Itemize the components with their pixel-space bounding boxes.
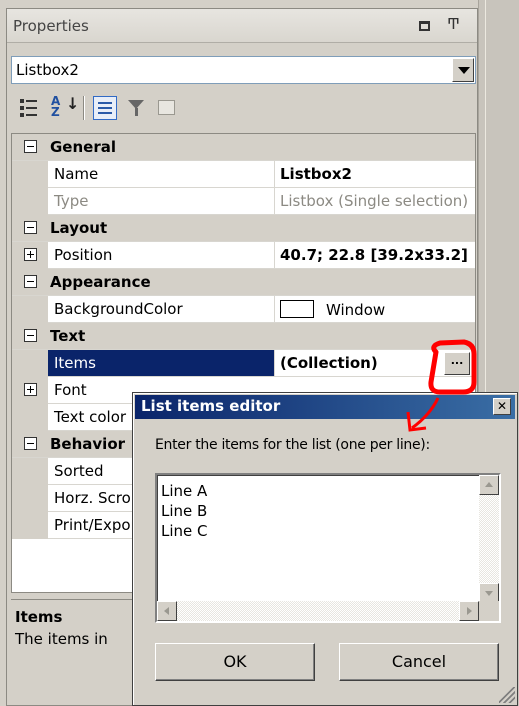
pin-icon[interactable]: Ͳ [447,15,460,33]
row-gutter [12,485,48,512]
horizontal-scrollbar[interactable] [157,601,479,621]
category-general[interactable]: General [12,134,475,161]
sort-alphabetical-icon[interactable]: A Z ↓ [51,95,79,120]
items-lines: Line A Line B Line C [161,481,208,541]
toolbar-separator [83,96,85,120]
property-value[interactable]: Listbox2 [280,165,475,183]
panel-title: Properties [13,17,89,35]
collapse-icon[interactable] [24,221,37,234]
dialog-titlebar[interactable]: List items editor ✕ [135,395,515,419]
row-gutter [12,242,48,269]
object-selector-value: Listbox2 [16,61,79,79]
scroll-right-icon[interactable] [459,601,479,621]
property-pages-icon[interactable] [155,96,179,120]
property-name: Print/Export [54,516,143,534]
item-line: Line C [161,522,208,540]
sort-arrow-glyph: ↓ [66,94,80,113]
vertical-scrollbar[interactable] [479,475,499,603]
description-text: The items in [15,630,108,648]
resize-grip-icon[interactable] [499,687,515,703]
property-name: Text color [54,408,127,426]
expand-icon[interactable] [24,383,37,396]
row-gutter [12,458,48,485]
filter-icon[interactable] [125,96,149,120]
property-name: Position [54,246,113,264]
cancel-button[interactable]: Cancel [339,643,499,681]
property-row-items[interactable]: Items (Collection) ... [12,350,475,377]
ok-button[interactable]: OK [155,643,315,681]
property-name: BackgroundColor [54,300,183,318]
panel-titlebar: Properties Ͳ [7,9,477,43]
row-gutter [12,377,48,404]
property-name: Horz. Scroll [54,489,140,507]
object-selector[interactable]: Listbox2 [11,56,476,84]
color-name: Window [326,301,386,319]
category-label: Appearance [50,273,151,291]
scroll-left-icon[interactable] [157,601,177,621]
property-row-type[interactable]: Type Listbox (Single selection) [12,188,475,215]
property-row-position[interactable]: Position 40.7; 22.8 [39.2x33.2] [12,242,475,269]
category-layout[interactable]: Layout [12,215,475,242]
property-name: Type [54,192,89,210]
property-name: Sorted [54,462,104,480]
scrollbar-corner [479,601,499,621]
property-name: Items [48,350,274,376]
maximize-icon[interactable] [419,21,430,31]
collapse-icon[interactable] [24,140,37,153]
list-items-editor-dialog: List items editor ✕ Enter the items for … [132,392,518,706]
scroll-up-icon[interactable] [479,475,499,495]
property-name: Name [54,165,99,183]
property-name: Font [54,381,87,399]
collapse-icon[interactable] [24,275,37,288]
description-title: Items [15,608,63,626]
expand-icon[interactable] [24,248,37,261]
row-gutter [12,404,48,431]
collapse-icon[interactable] [24,437,37,450]
category-text[interactable]: Text [12,323,475,350]
collapse-icon[interactable] [24,329,37,342]
dialog-prompt: Enter the items for the list (one per li… [155,437,430,453]
category-label: Layout [50,219,108,237]
property-row-name[interactable]: Name Listbox2 [12,161,475,188]
properties-toolbar: A Z ↓ [11,92,476,124]
close-icon[interactable]: ✕ [493,398,511,415]
screen: Properties Ͳ Listbox2 A Z ↓ General Name… [0,0,519,706]
row-gutter [12,512,48,539]
property-row-backgroundcolor[interactable]: BackgroundColor Window [12,296,475,323]
items-textarea[interactable]: Line A Line B Line C [155,473,501,623]
category-label: Behavior [50,435,126,453]
category-label: General [50,138,116,156]
categorized-icon[interactable] [17,96,41,120]
dialog-title: List items editor [141,397,281,415]
dropdown-arrow-icon[interactable] [452,58,474,82]
row-gutter [12,188,48,215]
row-gutter [12,350,48,377]
category-label: Text [50,327,86,345]
properties-view-icon[interactable] [93,96,117,120]
item-line: Line B [161,502,208,520]
ellipsis-button[interactable]: ... [444,352,470,375]
category-appearance[interactable]: Appearance [12,269,475,296]
property-value[interactable]: 40.7; 22.8 [39.2x33.2] [280,246,475,264]
color-swatch [280,300,314,318]
item-line: Line A [161,482,208,500]
row-gutter [12,161,48,188]
scroll-down-icon[interactable] [479,583,499,603]
property-value: Listbox (Single selection) [280,192,469,210]
property-value[interactable]: Window [280,300,475,319]
row-gutter [12,296,48,323]
